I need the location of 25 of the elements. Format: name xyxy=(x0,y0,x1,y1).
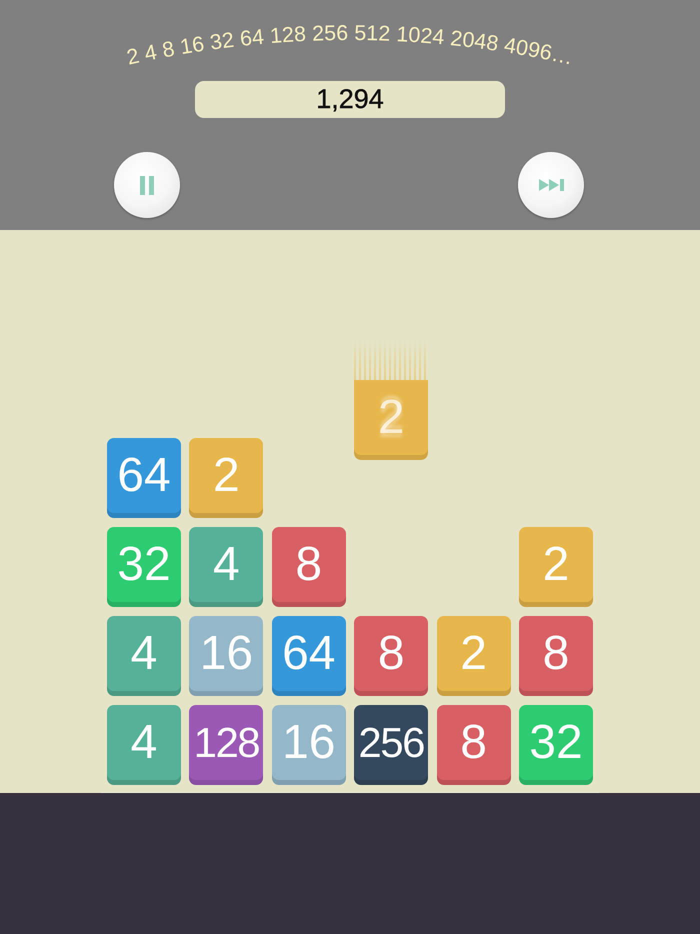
number-tile: 64 xyxy=(272,616,346,696)
number-tile: 4 xyxy=(107,616,181,696)
number-tile: 4 xyxy=(189,527,264,607)
number-tile: 8 xyxy=(354,616,428,696)
number-tile: 2 xyxy=(189,438,264,518)
number-tile: 16 xyxy=(189,616,264,696)
number-tile: 8 xyxy=(436,705,511,785)
number-tile: 32 xyxy=(107,527,181,607)
number-tile: 16 xyxy=(272,705,346,785)
number-tile: 64 xyxy=(107,438,181,518)
falling-tile: 2 xyxy=(354,340,428,460)
fast-forward-button[interactable] xyxy=(518,152,584,218)
number-tile: 8 xyxy=(518,616,593,696)
score-display: 1,294 xyxy=(195,81,505,118)
fast-forward-icon xyxy=(538,179,564,191)
number-tile: 128 xyxy=(189,705,264,785)
number-tile: 8 xyxy=(272,527,346,607)
number-tile: 256 xyxy=(354,705,428,785)
number-sequence: 2 4 8 16 32 64 128 256 512 1024 2048 4096… xyxy=(124,21,576,70)
number-tile: 2 xyxy=(518,527,593,607)
pause-icon xyxy=(140,176,154,194)
number-tile: 32 xyxy=(518,705,593,785)
number-tile: 2 xyxy=(436,616,511,696)
number-tile: 4 xyxy=(107,705,181,785)
pause-button[interactable] xyxy=(114,152,180,218)
